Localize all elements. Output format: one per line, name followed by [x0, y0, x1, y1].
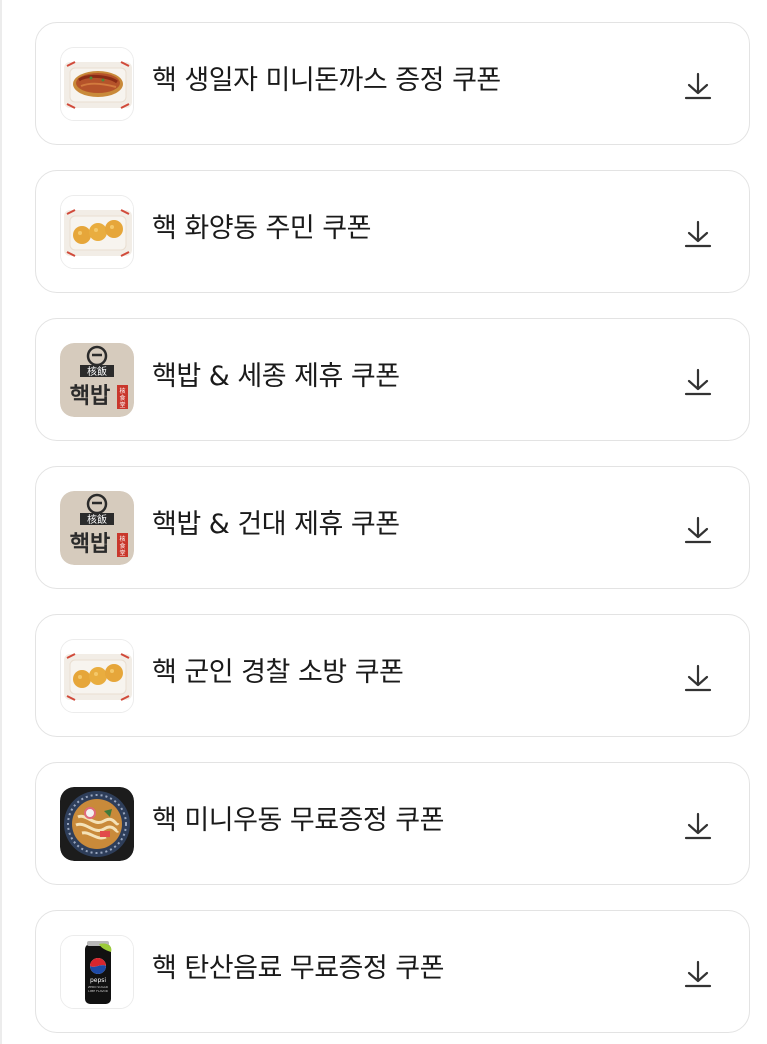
svg-text:核: 核 [119, 387, 125, 395]
croquette-dish-icon [60, 195, 134, 269]
coupon-card-birthday-tonkatsu[interactable]: 핵 생일자 미니돈까스 증정 쿠폰 [35, 22, 750, 145]
coupon-card-mini-udon[interactable]: 핵 미니우동 무료증정 쿠폰 [35, 762, 750, 885]
svg-text:堂: 堂 [119, 401, 125, 409]
coupon-title: 핵밥 & 세종 제휴 쿠폰 [152, 361, 400, 392]
coupon-title: 핵 군인 경찰 소방 쿠폰 [152, 657, 404, 688]
coupon-list: 핵 생일자 미니돈까스 증정 쿠폰 핵 화양동 주민 쿠폰 核飯 핵밥 核 食 … [35, 22, 750, 1033]
tonkatsu-dish-icon [60, 47, 134, 121]
coupon-title: 핵 탄산음료 무료증정 쿠폰 [152, 953, 445, 984]
download-arrow-icon[interactable] [683, 663, 713, 693]
coupon-title: 핵 미니우동 무료증정 쿠폰 [152, 805, 445, 836]
coupon-card-soft-drink[interactable]: pepsi ZERO SUGAR LIME FLAVOR 핵 탄산음료 무료증정… [35, 910, 750, 1033]
coupon-title: 핵밥 & 건대 제휴 쿠폰 [152, 509, 400, 540]
svg-text:食: 食 [119, 542, 125, 550]
coupon-card-military-police-fire[interactable]: 핵 군인 경찰 소방 쿠폰 [35, 614, 750, 737]
download-arrow-icon[interactable] [683, 811, 713, 841]
coupon-page: 핵 생일자 미니돈까스 증정 쿠폰 핵 화양동 주민 쿠폰 核飯 핵밥 核 食 … [0, 0, 767, 1044]
croquette-dish-icon [60, 639, 134, 713]
download-arrow-icon[interactable] [683, 515, 713, 545]
page-edge-divider [0, 0, 2, 1044]
coupon-card-hwayang-resident[interactable]: 핵 화양동 주민 쿠폰 [35, 170, 750, 293]
logo-hangul: 핵밥 [70, 532, 110, 557]
svg-text:食: 食 [119, 394, 125, 402]
logo-hanja: 核飯 [87, 513, 107, 526]
udon-bowl-icon [60, 787, 134, 861]
pepsi-can-icon: pepsi ZERO SUGAR LIME FLAVOR [60, 935, 134, 1009]
logo-hangul: 핵밥 [70, 384, 110, 409]
coupon-card-sejong-partner[interactable]: 核飯 핵밥 核 食 堂 핵밥 & 세종 제휴 쿠폰 [35, 318, 750, 441]
pepsi-line2: LIME FLAVOR [88, 989, 108, 993]
hackbap-logo-icon: 核飯 핵밥 核 食 堂 [60, 491, 134, 565]
hackbap-logo-icon: 核飯 핵밥 核 食 堂 [60, 343, 134, 417]
download-arrow-icon[interactable] [683, 367, 713, 397]
coupon-title: 핵 생일자 미니돈까스 증정 쿠폰 [152, 65, 501, 96]
download-arrow-icon[interactable] [683, 71, 713, 101]
coupon-card-konkuk-partner[interactable]: 核飯 핵밥 核 食 堂 핵밥 & 건대 제휴 쿠폰 [35, 466, 750, 589]
download-arrow-icon[interactable] [683, 219, 713, 249]
svg-text:堂: 堂 [119, 549, 125, 557]
pepsi-brand: pepsi [90, 977, 106, 984]
coupon-title: 핵 화양동 주민 쿠폰 [152, 213, 371, 244]
logo-hanja: 核飯 [87, 365, 107, 378]
svg-text:核: 核 [119, 535, 125, 543]
download-arrow-icon[interactable] [683, 959, 713, 989]
